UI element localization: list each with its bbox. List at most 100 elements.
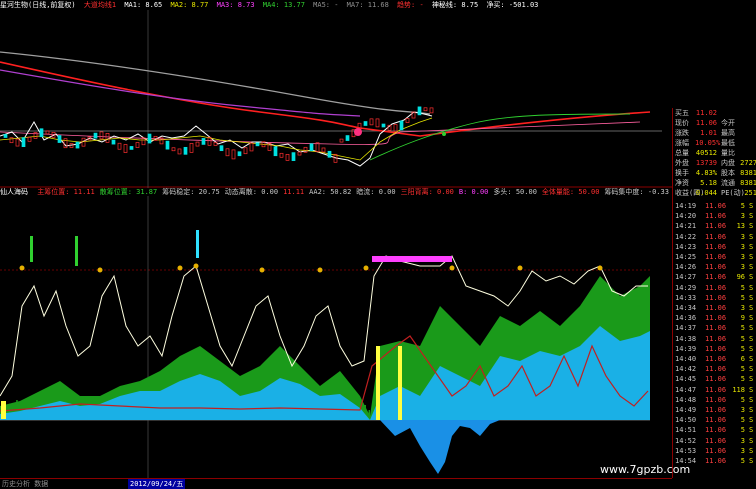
tick-row[interactable]: 14:21 11.06 13 S — [675, 222, 755, 231]
shenqi-label: 神秘线: 8.75 — [431, 1, 479, 9]
signal-bar-cyan — [196, 230, 199, 258]
candlestick — [399, 120, 404, 131]
tick-row[interactable]: 14:27 11.06 96 S — [675, 273, 755, 282]
tick-row[interactable]: 14:52 11.06 3 S — [675, 437, 755, 446]
tick-bs: S — [749, 304, 754, 312]
candlestick — [255, 142, 260, 147]
quote-row: 涨幅 10.05% 最低 — [675, 138, 755, 148]
tick-vol: 13 — [736, 222, 745, 231]
candlestick — [363, 121, 368, 126]
candlestick — [327, 150, 332, 158]
blue-negative-area — [380, 420, 500, 474]
candlestick — [417, 106, 422, 116]
signal-bar-magenta — [372, 256, 452, 262]
tick-row[interactable]: 14:19 11.06 5 S — [675, 202, 755, 211]
candlestick — [123, 144, 128, 153]
tick-p: 11.06 — [705, 355, 727, 363]
tick-p: 11.06 — [705, 314, 727, 323]
tick-vol: 5 — [740, 283, 745, 292]
tick-bs: S — [749, 365, 754, 374]
tick-t: 14:26 — [675, 263, 697, 272]
tick-bs: S — [749, 222, 754, 231]
tick-vol: 5 — [740, 416, 745, 425]
tick-row[interactable]: 14:37 11.06 5 S — [675, 324, 755, 333]
ma1-label: MA1: 8.65 — [124, 1, 163, 9]
tick-bs: S — [749, 232, 754, 241]
quote-k: 买五 — [675, 109, 689, 117]
tick-row[interactable]: 14:29 11.06 5 S — [675, 284, 755, 293]
candlestick — [273, 146, 278, 157]
tick-row[interactable]: 14:33 11.06 5 S — [675, 294, 755, 303]
tick-row[interactable]: 14:51 11.06 5 S — [675, 426, 755, 435]
stock-name[interactable]: 星河生物(日线,前复权) — [0, 0, 76, 10]
quote-k2: 量比 — [721, 149, 735, 157]
tick-p: 11.06 — [705, 416, 727, 425]
tick-row[interactable]: 14:34 11.06 3 S — [675, 304, 755, 313]
tick-row[interactable]: 14:40 11.06 6 S — [675, 355, 755, 364]
tick-row[interactable]: 14:48 11.06 5 S — [675, 396, 755, 405]
candlestick — [297, 151, 302, 156]
watermark-text: www.7gpzb.com — [600, 463, 691, 476]
quote-k2: 内盘 — [721, 159, 735, 167]
tick-p: 11.06 — [705, 457, 727, 465]
tick-p: 11.06 — [705, 232, 727, 241]
tick-row[interactable]: 14:22 11.06 3 S — [675, 233, 755, 242]
quote-k2: 流通 — [721, 179, 735, 187]
tick-row[interactable]: 14:39 11.06 5 S — [675, 345, 755, 354]
indicator-chart[interactable] — [0, 196, 672, 478]
tick-vol: 96 — [736, 273, 745, 282]
quote-k2: 最低 — [721, 139, 735, 147]
candlestick — [249, 142, 254, 152]
candlestick — [93, 132, 98, 139]
tick-t: 14:27 — [675, 273, 697, 282]
quote-v2: 8381 — [740, 179, 756, 187]
quote-v: 4.83% — [695, 169, 717, 177]
tick-bs: S — [749, 426, 754, 435]
tick-row[interactable]: 14:49 11.06 3 S — [675, 406, 755, 415]
candlestick — [177, 148, 182, 155]
ma-line-red — [0, 61, 651, 137]
tick-vol: 3 — [740, 253, 745, 261]
quote-v: 0.044 — [695, 189, 717, 197]
tick-row[interactable]: 14:25 11.06 3 S — [675, 253, 755, 262]
tick-t: 14:47 — [675, 385, 697, 394]
candlestick — [381, 123, 386, 128]
tick-t: 14:23 — [675, 242, 697, 251]
tick-row[interactable]: 14:50 11.06 5 S — [675, 416, 755, 425]
signal-bar-green — [75, 236, 78, 266]
tick-t: 14:51 — [675, 426, 697, 435]
quote-v2: 251 — [744, 189, 756, 197]
tick-row[interactable]: 14:42 11.06 5 S — [675, 365, 755, 374]
ma7-label: MA7: 11.68 — [346, 1, 389, 9]
candlestick — [243, 147, 248, 155]
indicator-name[interactable]: 大道均线1 — [84, 0, 116, 10]
tick-t: 14:22 — [675, 232, 697, 241]
tick-p: 11.06 — [705, 293, 727, 302]
tick-bs: S — [749, 395, 754, 404]
kline-chart[interactable] — [0, 10, 672, 188]
quote-v: 11.02 — [695, 109, 717, 117]
tick-row[interactable]: 14:23 11.06 3 S — [675, 243, 755, 252]
candlestick — [147, 133, 152, 144]
tick-p: 11.06 — [705, 283, 727, 292]
tick-bs: S — [749, 273, 754, 282]
tick-t: 14:49 — [675, 406, 697, 414]
tick-row[interactable]: 14:26 11.06 3 S — [675, 263, 755, 272]
tick-t: 14:20 — [675, 212, 697, 221]
candlestick — [171, 147, 176, 152]
tick-row[interactable]: 14:45 11.06 5 S — [675, 375, 755, 384]
quote-v: 40512 — [695, 149, 717, 157]
quote-row: 净资 5.18 流通 8381 — [675, 178, 756, 188]
quote-k: 涨跌 — [675, 129, 689, 137]
quote-v: 1.01 — [700, 129, 717, 137]
tick-bs: S — [749, 375, 754, 384]
tick-bs: S — [749, 253, 754, 261]
tick-row[interactable]: 14:53 11.06 3 S — [675, 447, 755, 456]
tick-vol: 3 — [740, 263, 745, 272]
tick-row[interactable]: 14:38 11.06 5 S — [675, 335, 755, 344]
quote-k: 外盘 — [675, 159, 689, 167]
tick-row[interactable]: 14:47 11.06 118 S — [675, 386, 755, 395]
quote-k2: 股本 — [721, 169, 735, 177]
tick-row[interactable]: 14:20 11.06 3 S — [675, 212, 755, 221]
tick-row[interactable]: 14:36 11.06 9 S — [675, 314, 755, 323]
